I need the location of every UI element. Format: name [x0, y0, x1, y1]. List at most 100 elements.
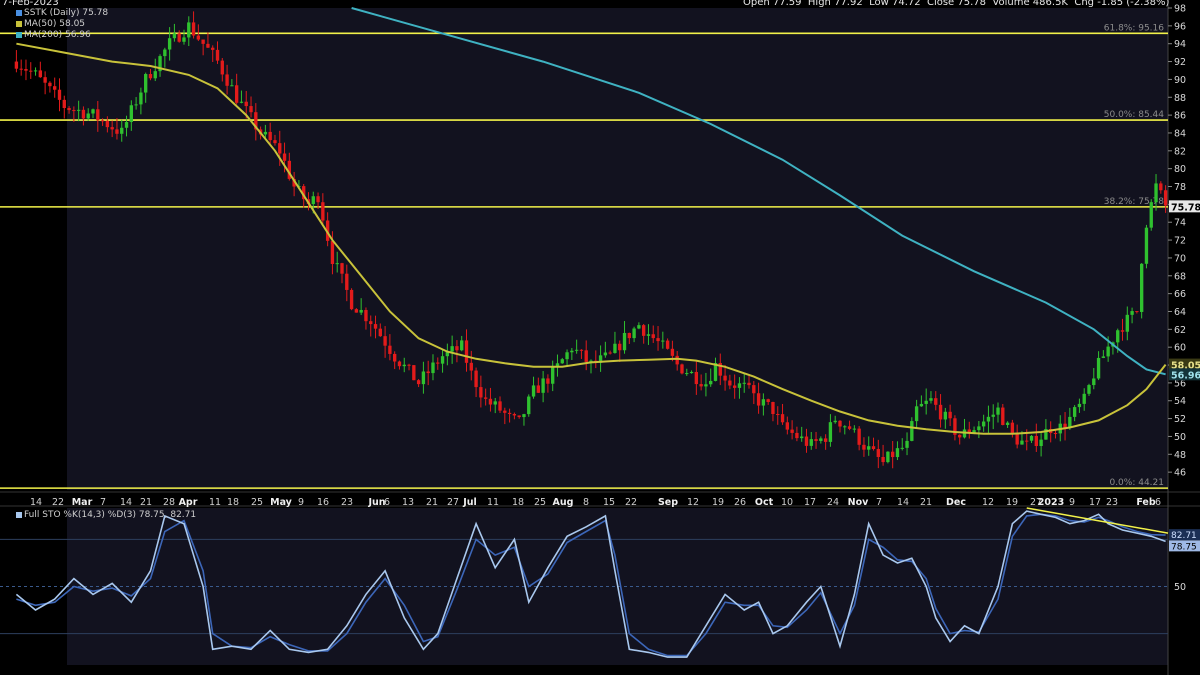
ma200-tag: 56.96	[1171, 370, 1200, 381]
candle-body	[938, 404, 943, 420]
y-tick-label: 68	[1174, 271, 1186, 282]
chg-label: Chg	[1074, 0, 1095, 8]
candle-body	[934, 398, 938, 405]
candle-body	[488, 398, 493, 405]
candle-body	[177, 33, 181, 42]
candle-body	[895, 448, 900, 458]
candle-body	[929, 398, 933, 401]
candle-body	[981, 421, 986, 427]
candle-body	[187, 22, 191, 38]
candle-body	[977, 426, 981, 431]
candle-body	[709, 380, 713, 385]
sto-legend: Full STO %K(14,3) %D(3) 78.75, 82.71	[16, 510, 196, 520]
candle-body	[14, 61, 19, 69]
candle-body	[541, 378, 545, 393]
candle-body	[1092, 378, 1096, 386]
y-tick-label: 64	[1174, 307, 1186, 318]
candle-body	[646, 334, 651, 336]
candle-body	[579, 349, 584, 351]
candle-body	[43, 77, 47, 83]
candle-body	[943, 411, 948, 420]
candle-body	[680, 364, 684, 374]
x-tick-label: 9	[1069, 497, 1075, 508]
candle-body	[76, 109, 81, 111]
fib-level-label: 50.0%: 85.44	[1104, 110, 1165, 120]
legend-price-text: SSTK (Daily) 75.78	[24, 8, 109, 18]
candle-body	[574, 349, 579, 351]
candle-body	[900, 447, 904, 449]
chg-value: -1.85 (-2.38%)	[1097, 0, 1170, 8]
candle-body	[1116, 330, 1120, 343]
y-tick-label: 80	[1174, 164, 1186, 175]
candle-body	[1005, 422, 1010, 425]
candle-body	[1163, 190, 1168, 206]
candle-body	[474, 370, 478, 388]
x-tick-label: 25	[534, 497, 546, 508]
candle-body	[675, 355, 679, 365]
candle-body	[785, 422, 789, 430]
candle-body	[464, 340, 469, 363]
x-tick-label: 7	[876, 497, 882, 508]
candle-body	[249, 106, 253, 113]
x-tick-label: 6	[384, 497, 390, 508]
candle-body	[905, 440, 909, 448]
last-price-tag: 75.78	[1171, 202, 1200, 213]
x-tick-label: 9	[298, 497, 304, 508]
x-tick-label: Dec	[946, 497, 966, 508]
x-tick-label: 10	[781, 497, 793, 508]
x-tick-label: 16	[317, 497, 329, 508]
y-tick-label: 84	[1174, 128, 1186, 139]
candle-body	[536, 385, 541, 393]
candle-body	[1125, 314, 1129, 332]
candle-body	[776, 414, 780, 416]
candle-body	[1034, 435, 1038, 447]
candle-body	[81, 109, 86, 119]
month-band	[67, 8, 184, 490]
x-tick-label: 17	[1089, 497, 1101, 508]
candle-body	[124, 122, 129, 128]
candle-body	[450, 346, 454, 352]
y-tick-label: 82	[1174, 146, 1186, 157]
candle-body	[886, 451, 890, 463]
candle-body	[335, 263, 339, 265]
sto-k-tag: 78.75	[1171, 542, 1197, 552]
x-tick-label: 12	[982, 497, 994, 508]
candle-body	[278, 143, 282, 154]
y-tick-label: 62	[1174, 325, 1186, 336]
candle-body	[527, 396, 531, 415]
candle-body	[852, 428, 857, 430]
candle-body	[340, 263, 344, 274]
candle-body	[699, 384, 703, 387]
candle-body	[991, 414, 995, 417]
candle-body	[996, 407, 1000, 415]
candle-body	[747, 382, 751, 386]
candle-body	[1015, 434, 1019, 445]
y-tick-label: 48	[1174, 450, 1186, 461]
candle-body	[1130, 311, 1134, 315]
candle-body	[728, 380, 732, 386]
candle-body	[857, 428, 861, 445]
month-band	[1140, 8, 1168, 490]
candle-body	[919, 403, 924, 407]
fib-level-label: 0.0%: 44.21	[1109, 478, 1164, 488]
x-tick-label: 23	[1106, 497, 1118, 508]
y-tick-label: 94	[1174, 39, 1186, 50]
candle-body	[804, 436, 809, 446]
candle-body	[637, 325, 641, 329]
candle-body	[220, 60, 224, 75]
candle-body	[345, 273, 349, 290]
candle-body	[120, 127, 124, 134]
candle-body	[522, 414, 526, 418]
x-tick-label: Sep	[658, 497, 678, 508]
candle-body	[29, 70, 33, 72]
candle-body	[737, 383, 742, 388]
x-tick-label: 8	[583, 497, 589, 508]
candle-body	[761, 399, 766, 406]
month-band	[466, 8, 557, 490]
sto-legend-text: Full STO %K(14,3) %D(3) 78.75, 82.71	[24, 510, 197, 520]
y-tick-label: 86	[1174, 111, 1186, 122]
candle-body	[354, 309, 359, 313]
x-tick-label: 21	[920, 497, 932, 508]
candle-body	[823, 438, 828, 442]
x-tick-label: 6	[1155, 497, 1161, 508]
